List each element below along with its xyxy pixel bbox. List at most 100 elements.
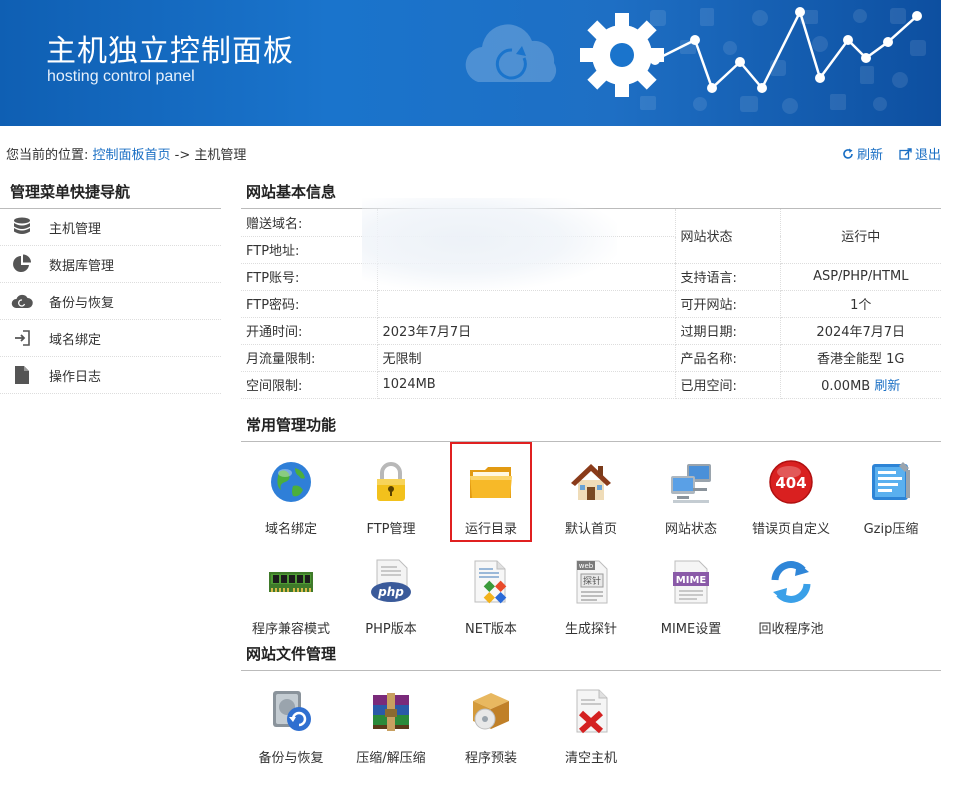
file-management-title: 网站文件管理 <box>241 640 941 671</box>
tile-php-version[interactable]: php PHP版本 <box>341 542 441 642</box>
folder-icon <box>470 466 512 498</box>
file-management-grid: 备份与恢复 压缩/解压缩 程序预装 清空主机 <box>241 671 941 771</box>
tile-ftp-management[interactable]: FTP管理 <box>341 442 441 542</box>
tile-label: 程序兼容模式 <box>251 621 330 637</box>
breadcrumb-separator: -> <box>170 148 195 163</box>
table-row: 空间限制: 1024MB 已用空间: 0.00MB 刷新 <box>241 371 941 399</box>
sidebar-item-log[interactable]: 操作日志 <box>0 357 221 394</box>
tile-error-page[interactable]: 404 错误页自定义 <box>741 442 841 542</box>
site-count-label: 可开网站: <box>675 290 781 318</box>
open-date-value: 2023年7月7日 <box>377 317 676 345</box>
space-limit-value: 1024MB <box>377 371 676 399</box>
tile-backup-restore[interactable]: 备份与恢复 <box>241 671 341 771</box>
tile-label: MIME设置 <box>660 621 722 637</box>
tile-label: 程序预装 <box>464 750 517 766</box>
tile-default-homepage[interactable]: 默认首页 <box>541 442 641 542</box>
breadcrumb: 您当前的位置: 控制面板首页 -> 主机管理 刷新 退出 <box>6 144 941 164</box>
breadcrumb-current: 主机管理 <box>194 148 247 163</box>
error-404-icon: 404 <box>769 459 813 504</box>
sidebar-item-domain[interactable]: 域名绑定 <box>0 320 221 357</box>
tile-recycle-pool[interactable]: 回收程序池 <box>741 542 841 642</box>
banner-subtitle: hosting control panel <box>47 68 195 85</box>
probe-text: 探针 <box>583 575 601 587</box>
tile-label: 网站状态 <box>664 521 717 537</box>
cloud-icon <box>11 291 33 311</box>
tile-clear-host[interactable]: 清空主机 <box>541 671 641 771</box>
sidebar-item-database[interactable]: 数据库管理 <box>0 246 221 283</box>
sidebar-item-host[interactable]: 主机管理 <box>0 209 221 246</box>
site-status-label: 网站状态 <box>675 209 781 264</box>
sidebar-item-label: 备份与恢复 <box>49 295 115 311</box>
net-document-icon <box>474 560 507 603</box>
refresh-icon <box>843 148 853 159</box>
archive-tool-icon <box>872 461 910 500</box>
gift-domain-label: 赠送域名: <box>241 209 378 237</box>
expire-date-label: 过期日期: <box>675 317 781 345</box>
php-text: php <box>377 585 404 599</box>
common-functions-grid: 域名绑定 FTP管理 运行目录 默认首页 网站状态 404 错误页自定义 Gzi… <box>241 441 941 642</box>
ftp-password-label: FTP密码: <box>241 290 378 318</box>
house-icon <box>571 463 611 500</box>
tile-run-directory[interactable]: 运行目录 <box>450 441 532 542</box>
redaction-blur <box>362 198 617 290</box>
error-404-text: 404 <box>775 474 806 492</box>
rar-books-icon <box>373 692 409 731</box>
tile-gzip[interactable]: Gzip压缩 <box>841 442 941 542</box>
used-space-label: 已用空间: <box>675 371 781 399</box>
backup-disk-icon <box>273 690 311 731</box>
tile-label: 错误页自定义 <box>751 521 830 537</box>
mime-icon: MIME <box>673 560 709 603</box>
sidebar-item-backup[interactable]: 备份与恢复 <box>0 283 221 320</box>
product-name-label: 产品名称: <box>675 344 781 372</box>
external-link-icon <box>899 147 912 160</box>
database-icon <box>11 217 33 237</box>
probe-document-icon: web 探针 <box>576 560 608 603</box>
tile-mime[interactable]: MIME MIME设置 <box>641 542 741 642</box>
globe-icon <box>271 461 311 502</box>
tile-domain-binding[interactable]: 域名绑定 <box>241 442 341 542</box>
padlock-icon <box>377 461 405 501</box>
refresh-space-link[interactable]: 刷新 <box>874 379 900 394</box>
logout-label: 退出 <box>914 148 941 163</box>
tile-preinstall[interactable]: 程序预装 <box>441 671 541 771</box>
breadcrumb-home-link[interactable]: 控制面板首页 <box>93 148 171 163</box>
used-space-value: 0.00MB <box>821 379 871 394</box>
refresh-label: 刷新 <box>856 148 883 163</box>
sidebar-item-label: 操作日志 <box>49 369 102 385</box>
ftp-password-value <box>377 290 676 318</box>
probe-web-text: web <box>579 562 594 570</box>
sidebar-item-label: 主机管理 <box>49 221 102 237</box>
table-row: 开通时间: 2023年7月7日 过期日期: 2024年7月7日 <box>241 317 941 345</box>
tile-net-version[interactable]: NET版本 <box>441 542 541 642</box>
banner-title: 主机独立控制面板 <box>46 34 294 69</box>
ftp-account-label: FTP账号: <box>241 263 378 291</box>
tile-label: Gzip压缩 <box>863 521 919 537</box>
tile-label: 回收程序池 <box>758 621 824 637</box>
traffic-limit-value: 无限制 <box>377 344 676 372</box>
tile-label: 生成探针 <box>564 621 617 637</box>
common-functions-title: 常用管理功能 <box>241 411 941 442</box>
tile-label: 默认首页 <box>564 521 617 537</box>
space-limit-label: 空间限制: <box>241 371 378 399</box>
tile-label: 域名绑定 <box>264 521 317 537</box>
languages-value: ASP/PHP/HTML <box>780 263 941 291</box>
tile-generate-probe[interactable]: web 探针 生成探针 <box>541 542 641 642</box>
package-cd-icon <box>473 692 509 729</box>
sidebar-title: 管理菜单快捷导航 <box>0 178 221 209</box>
table-row: FTP密码: 可开网站: 1个 <box>241 290 941 318</box>
logout-button[interactable]: 退出 <box>899 144 941 163</box>
mime-text: MIME <box>676 575 707 586</box>
tile-compress[interactable]: 压缩/解压缩 <box>341 671 441 771</box>
tile-compat-mode[interactable]: 程序兼容模式 <box>241 542 341 642</box>
product-name-value: 香港全能型 1G <box>780 344 941 372</box>
tile-label: 清空主机 <box>564 750 617 766</box>
refresh-button[interactable]: 刷新 <box>842 144 883 163</box>
computers-icon <box>671 463 711 503</box>
tile-site-status[interactable]: 网站状态 <box>641 442 741 542</box>
tile-label: 压缩/解压缩 <box>356 750 426 766</box>
document-icon <box>11 365 33 385</box>
ftp-address-label: FTP地址: <box>241 236 378 264</box>
traffic-limit-label: 月流量限制: <box>241 344 378 372</box>
tile-label: FTP管理 <box>366 521 416 537</box>
table-row: 月流量限制: 无限制 产品名称: 香港全能型 1G <box>241 344 941 372</box>
